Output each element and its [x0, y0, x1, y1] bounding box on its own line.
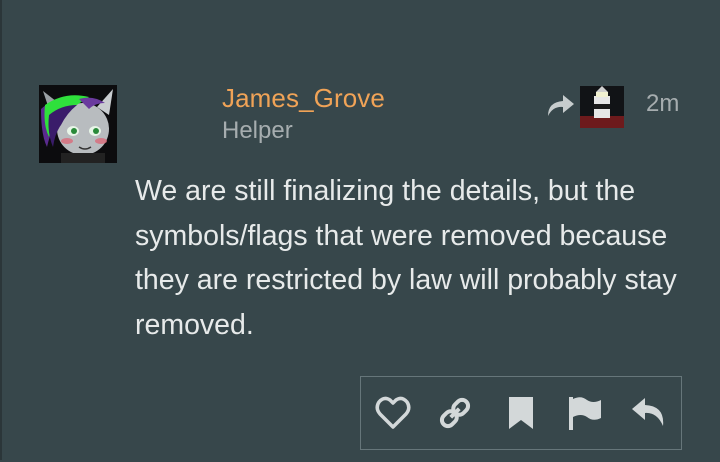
post-timestamp[interactable]: 2m: [646, 90, 679, 118]
reply-to-arrow-icon[interactable]: [544, 92, 576, 120]
reply-button[interactable]: [629, 393, 669, 433]
bookmark-icon: [509, 397, 533, 429]
link-icon: [439, 397, 471, 429]
flag-button[interactable]: [565, 393, 605, 433]
flag-icon: [569, 397, 601, 430]
lighthouse-avatar-icon: [580, 86, 624, 128]
post-body-text: We are still finalizing the details, but…: [135, 175, 677, 341]
post-actions-bar: [360, 376, 682, 450]
author-title: Helper: [222, 117, 293, 144]
heart-icon: [375, 396, 411, 429]
reply-to-avatar[interactable]: [580, 86, 624, 128]
like-button[interactable]: [373, 393, 413, 433]
copy-link-button[interactable]: [435, 393, 475, 433]
author-avatar[interactable]: [39, 85, 117, 163]
author-username[interactable]: James_Grove: [222, 83, 385, 114]
bookmark-button[interactable]: [501, 393, 541, 433]
reply-icon: [632, 398, 664, 426]
pony-avatar-icon: [39, 85, 117, 163]
